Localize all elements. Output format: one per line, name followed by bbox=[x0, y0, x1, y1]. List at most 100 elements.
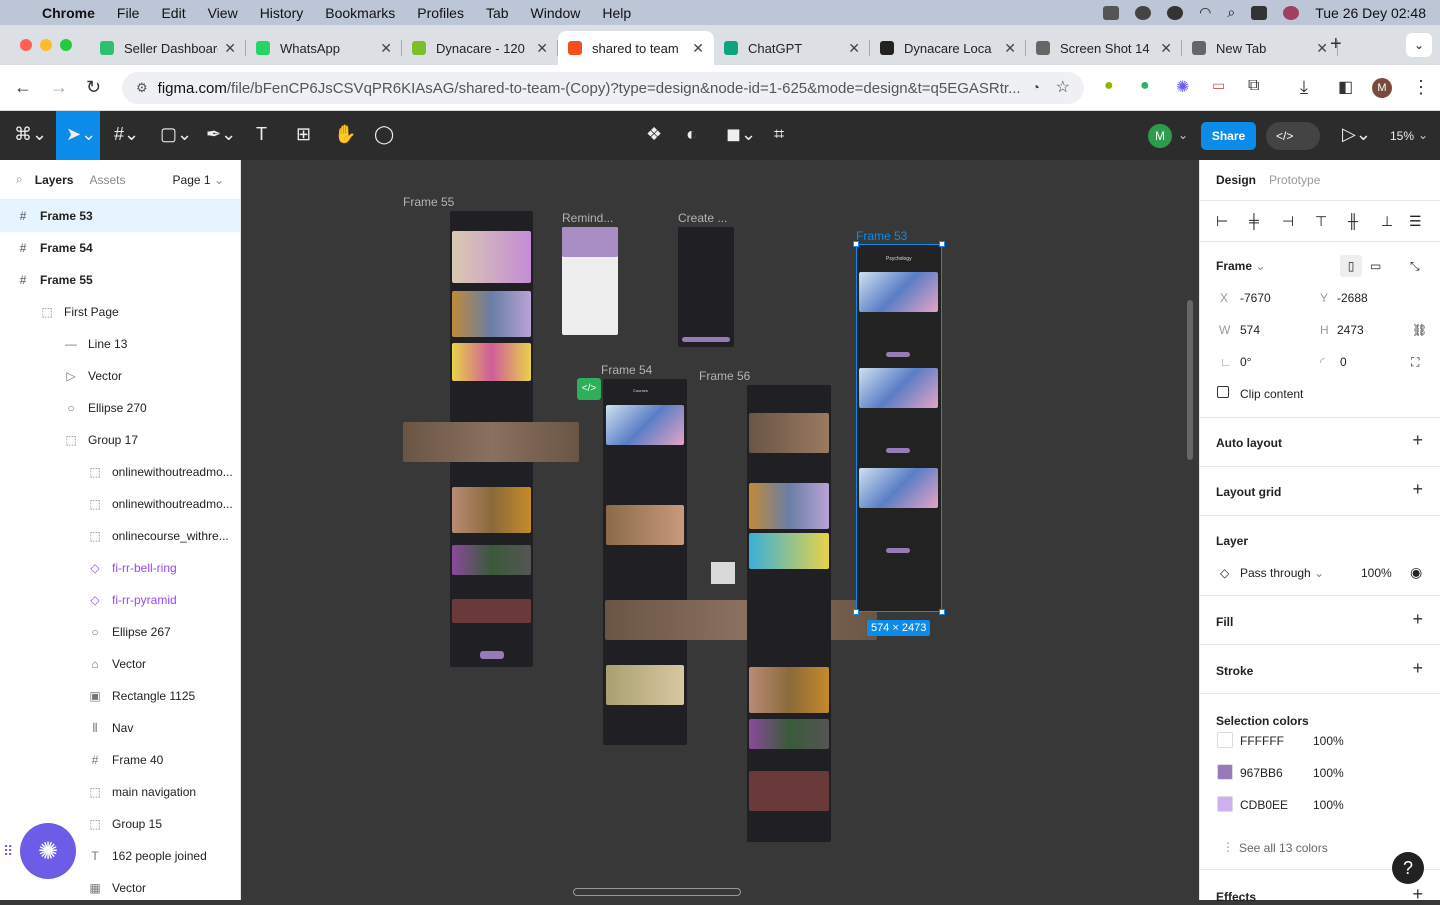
assistant-fab-icon[interactable]: ✺ bbox=[20, 823, 76, 879]
add-auto-layout-icon[interactable]: + bbox=[1412, 430, 1423, 451]
portrait-icon[interactable]: ▯ bbox=[1340, 255, 1362, 277]
siri-icon[interactable] bbox=[1283, 5, 1300, 20]
layer-item[interactable]: ○ Ellipse 267 bbox=[0, 616, 240, 648]
layer-item[interactable]: ◇ fi-rr-pyramid bbox=[0, 584, 240, 616]
tab-design[interactable]: Design bbox=[1216, 173, 1256, 187]
code-icon[interactable]: </> bbox=[577, 378, 601, 400]
add-stroke-icon[interactable]: + bbox=[1412, 658, 1423, 679]
hand-tool-icon[interactable]: ✋ bbox=[334, 124, 356, 145]
horizontal-scrollbar[interactable] bbox=[573, 888, 741, 896]
layer-item[interactable]: ⬚ onlinewithoutreadmo... bbox=[0, 456, 240, 488]
frame-label-55[interactable]: Frame 55 bbox=[403, 195, 454, 209]
add-effect-icon[interactable]: + bbox=[1412, 884, 1423, 905]
minimize-window-icon[interactable] bbox=[40, 39, 52, 51]
rotation-input[interactable]: 0° bbox=[1240, 355, 1251, 369]
resize-handle-tr[interactable] bbox=[939, 241, 945, 247]
extension-star-icon[interactable]: ✺ bbox=[1176, 77, 1189, 97]
search-icon[interactable]: ⌕ bbox=[1227, 4, 1235, 21]
close-tab-icon[interactable]: ✕ bbox=[536, 40, 548, 57]
maximize-window-icon[interactable] bbox=[60, 39, 72, 51]
mask-icon[interactable]: ◐ bbox=[686, 124, 697, 145]
layer-item[interactable]: — Line 13 bbox=[0, 328, 240, 360]
see-all-colors-link[interactable]: See all 13 colors bbox=[1239, 841, 1328, 855]
side-panel-icon[interactable]: ◧ bbox=[1338, 77, 1353, 97]
color-swatch[interactable] bbox=[1217, 796, 1233, 812]
align-bottom-icon[interactable]: ⊥ bbox=[1381, 213, 1393, 230]
landscape-icon[interactable]: ▭ bbox=[1370, 259, 1381, 273]
drag-handle-icon[interactable]: ⠿ bbox=[3, 843, 13, 860]
frame-create-reminder[interactable] bbox=[678, 227, 734, 347]
close-tab-icon[interactable]: ✕ bbox=[848, 40, 860, 57]
headphones-icon[interactable] bbox=[1135, 5, 1152, 20]
menu-view[interactable]: View bbox=[208, 5, 238, 21]
tab-2[interactable]: Dynacare - 120 ✕ bbox=[402, 31, 558, 65]
extension-screenshot-icon[interactable]: ▭ bbox=[1212, 77, 1225, 94]
layer-item[interactable]: ○ Ellipse 270 bbox=[0, 392, 240, 424]
menu-edit[interactable]: Edit bbox=[161, 5, 185, 21]
frame-56[interactable] bbox=[747, 385, 831, 842]
menu-history[interactable]: History bbox=[260, 5, 304, 21]
frame-label-create[interactable]: Create ... bbox=[678, 211, 727, 225]
frame-54[interactable]: Courses bbox=[603, 379, 687, 745]
move-tool-icon[interactable]: ➤⌄ bbox=[66, 124, 96, 145]
clip-content-checkbox[interactable] bbox=[1217, 386, 1229, 398]
cloud-icon[interactable] bbox=[1103, 5, 1120, 20]
close-tab-icon[interactable]: ✕ bbox=[1160, 40, 1172, 57]
color-opacity[interactable]: 100% bbox=[1313, 766, 1344, 780]
selection-box[interactable] bbox=[856, 244, 942, 612]
frame-label-54[interactable]: Frame 54 bbox=[601, 363, 652, 377]
resize-handle-bl[interactable] bbox=[853, 609, 859, 615]
resize-to-fit-icon[interactable]: ⤡ bbox=[1410, 259, 1420, 274]
present-icon[interactable]: ▷⌄ bbox=[1342, 124, 1371, 145]
tab-layers[interactable]: Layers bbox=[35, 173, 74, 187]
page-selector[interactable]: Page 1 ⌄ bbox=[173, 173, 224, 187]
distribute-icon[interactable]: ☰ bbox=[1409, 213, 1422, 230]
layer-item[interactable]: ◇ fi-rr-bell-ring bbox=[0, 552, 240, 584]
profile-avatar[interactable]: M bbox=[1372, 78, 1392, 98]
color-opacity[interactable]: 100% bbox=[1313, 798, 1344, 812]
tab-6[interactable]: Screen Shot 14 ✕ bbox=[1026, 31, 1182, 65]
forward-icon[interactable]: → bbox=[50, 77, 68, 98]
performance-icon[interactable]: ◔ bbox=[1032, 79, 1040, 95]
add-layout-grid-icon[interactable]: + bbox=[1412, 479, 1423, 500]
layer-item[interactable]: ▣ Rectangle 1125 bbox=[0, 680, 240, 712]
close-window-icon[interactable] bbox=[20, 39, 32, 51]
component-icon[interactable]: ❖ bbox=[646, 124, 662, 145]
tab-1[interactable]: WhatsApp ✕ bbox=[246, 31, 402, 65]
layer-opacity-input[interactable]: 100% bbox=[1361, 566, 1392, 580]
zoom-level[interactable]: 15% bbox=[1390, 129, 1414, 143]
search-icon[interactable]: ⌕ bbox=[16, 172, 23, 187]
constrain-proportions-icon[interactable]: ⛓ bbox=[1412, 323, 1427, 337]
add-fill-icon[interactable]: + bbox=[1412, 609, 1423, 630]
control-center-icon[interactable] bbox=[1251, 5, 1268, 20]
frame-label-56[interactable]: Frame 56 bbox=[699, 369, 750, 383]
vpn-icon[interactable] bbox=[1167, 5, 1184, 20]
width-input[interactable]: 574 bbox=[1240, 323, 1260, 337]
layer-item[interactable]: ⬚ onlinecourse_withre... bbox=[0, 520, 240, 552]
color-swatch[interactable] bbox=[1217, 764, 1233, 780]
comment-tool-icon[interactable]: ◯ bbox=[374, 124, 394, 145]
menu-profiles[interactable]: Profiles bbox=[417, 5, 464, 21]
color-opacity[interactable]: 100% bbox=[1313, 734, 1344, 748]
tab-5[interactable]: Dynacare Loca ✕ bbox=[870, 31, 1026, 65]
close-tab-icon[interactable]: ✕ bbox=[224, 40, 236, 57]
chrome-menu-icon[interactable]: ⋮ bbox=[1412, 77, 1430, 98]
color-hex[interactable]: FFFFFF bbox=[1240, 734, 1284, 748]
align-right-icon[interactable]: ⊣ bbox=[1282, 213, 1294, 230]
design-canvas[interactable]: Frame 55 Remind... Create ... Frame 54 F… bbox=[241, 160, 1199, 900]
shape-tool-icon[interactable]: ▢⌄ bbox=[160, 124, 192, 145]
tab-7[interactable]: New Tab ✕ bbox=[1182, 31, 1338, 65]
frame-reminder[interactable] bbox=[562, 227, 618, 335]
layer-item[interactable]: ⬚ Group 17 bbox=[0, 424, 240, 456]
layer-item[interactable]: ⬚ main navigation bbox=[0, 776, 240, 808]
user-avatar[interactable]: M bbox=[1148, 124, 1172, 148]
figma-menu-icon[interactable]: ⌘⌄ bbox=[14, 124, 47, 145]
close-tab-icon[interactable]: ✕ bbox=[692, 40, 704, 57]
align-center-h-icon[interactable]: ╪ bbox=[1249, 213, 1259, 229]
url-input[interactable]: ⚙ figma.com/file/bFenCP6JsCSVqPR6KIAsAG/… bbox=[122, 72, 1084, 104]
text-tool-icon[interactable]: T bbox=[256, 124, 267, 145]
color-swatch[interactable] bbox=[1217, 732, 1233, 748]
dev-mode-toggle[interactable]: </> bbox=[1266, 122, 1320, 150]
clock[interactable]: Tue 26 Dey 02:48 bbox=[1315, 5, 1426, 21]
back-icon[interactable]: ← bbox=[14, 77, 32, 98]
